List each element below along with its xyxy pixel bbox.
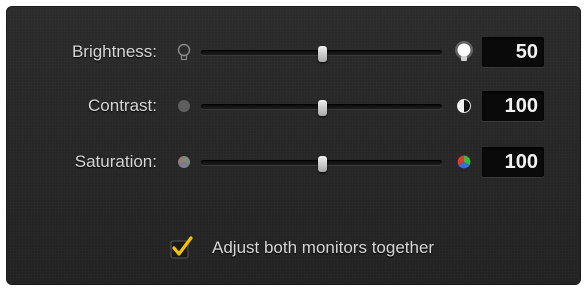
contrast-row: Contrast: 100	[6, 91, 581, 121]
brightness-slider-thumb[interactable]	[317, 46, 327, 62]
contrast-label: Contrast:	[88, 96, 157, 115]
brightness-value[interactable]: 50	[482, 37, 544, 67]
high-contrast-icon	[454, 96, 474, 116]
saturation-slider-track[interactable]	[201, 156, 442, 172]
low-saturation-icon	[174, 152, 194, 172]
dim-bulb-icon	[174, 42, 194, 62]
display-adjust-panel: Brightness: 50 Contrast: 100 Saturation:…	[6, 6, 581, 285]
brightness-row: Brightness: 50	[6, 37, 581, 67]
saturation-label: Saturation:	[74, 152, 157, 171]
adjust-both-label: Adjust both monitors together	[212, 238, 435, 257]
saturation-value[interactable]: 100	[482, 147, 544, 177]
contrast-slider-thumb[interactable]	[317, 100, 327, 116]
contrast-value[interactable]: 100	[482, 91, 544, 121]
contrast-slider-track[interactable]	[201, 100, 442, 116]
brightness-slider-track[interactable]	[201, 46, 442, 62]
brightness-label: Brightness:	[71, 42, 157, 61]
saturation-slider-thumb[interactable]	[317, 156, 327, 172]
adjust-both-checkbox[interactable]	[170, 236, 193, 259]
low-contrast-icon	[174, 96, 194, 116]
bright-bulb-icon	[452, 40, 476, 64]
high-saturation-icon	[454, 152, 474, 172]
saturation-row: Saturation: 100	[6, 147, 581, 177]
